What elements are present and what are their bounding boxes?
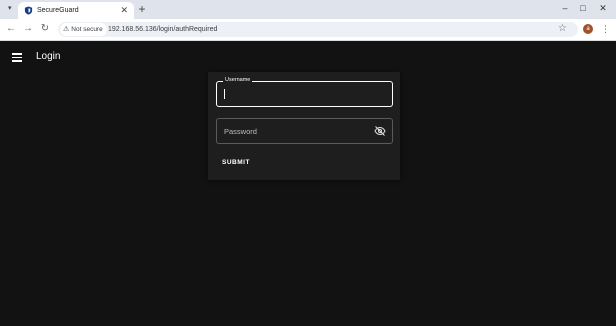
login-card: Username Password SUBMIT: [208, 72, 400, 180]
submit-button[interactable]: SUBMIT: [216, 154, 256, 172]
warning-icon: ⚠: [63, 26, 70, 33]
browser-tab[interactable]: SecureGuard ✕: [18, 2, 134, 19]
browser-tab-strip: ▾ SecureGuard ✕ + – □ ✕: [0, 0, 616, 19]
security-label: Not secure: [71, 26, 103, 33]
tab-list-icon[interactable]: ▾: [8, 4, 12, 14]
menu-icon[interactable]: [12, 53, 22, 62]
app-bar: Login: [0, 42, 616, 72]
url-text[interactable]: 192.168.56.136/login/authRequired: [108, 24, 217, 35]
new-tab-icon[interactable]: +: [136, 2, 148, 16]
reload-icon[interactable]: ↻: [39, 23, 51, 35]
text-caret: [224, 89, 225, 99]
browser-toolbar: ← → ↻ ⚠ Not secure 192.168.56.136/login/…: [0, 19, 616, 41]
password-field[interactable]: Password: [216, 118, 393, 144]
shield-icon: [24, 6, 33, 15]
username-label: Username: [223, 76, 253, 85]
password-placeholder: Password: [224, 127, 257, 136]
back-icon[interactable]: ←: [5, 23, 17, 35]
address-bar[interactable]: ⚠ Not secure 192.168.56.136/login/authRe…: [58, 22, 578, 37]
username-field[interactable]: Username: [216, 76, 393, 107]
minimize-icon[interactable]: –: [558, 3, 572, 14]
close-window-icon[interactable]: ✕: [596, 3, 610, 14]
profile-avatar[interactable]: a: [583, 24, 593, 34]
page-title: Login: [36, 51, 61, 62]
browser-menu-icon[interactable]: ⋮: [601, 23, 610, 35]
close-tab-icon[interactable]: ✕: [120, 5, 128, 16]
maximize-icon[interactable]: □: [576, 3, 590, 14]
security-chip[interactable]: ⚠ Not secure: [60, 23, 107, 36]
forward-icon[interactable]: →: [22, 23, 34, 35]
bookmark-star-icon[interactable]: ☆: [558, 22, 567, 36]
tab-title: SecureGuard: [37, 7, 79, 14]
visibility-off-icon[interactable]: [374, 125, 386, 137]
